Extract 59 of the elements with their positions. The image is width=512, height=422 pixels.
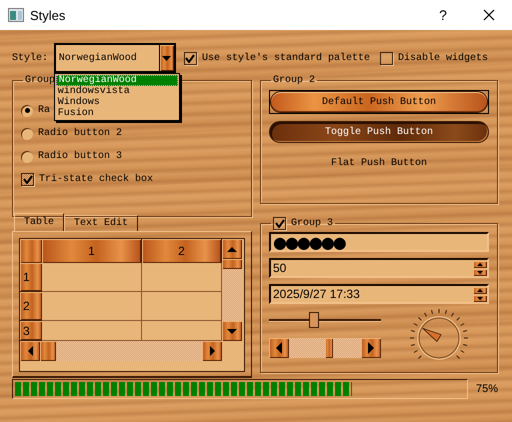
scrollbar-handle[interactable] — [222, 259, 242, 269]
header-corner[interactable] — [20, 239, 42, 263]
dropdown-option[interactable]: Fusion — [54, 108, 179, 119]
table-cell[interactable] — [142, 263, 222, 292]
down-arrow-icon — [477, 296, 483, 300]
dropdown-option[interactable]: Windows — [54, 97, 179, 108]
close-icon — [483, 9, 495, 21]
app-icon — [8, 8, 24, 22]
disable-widgets-checkbox[interactable]: Disable widgets — [380, 52, 488, 64]
dropdown-option[interactable]: windowsvista — [54, 86, 179, 97]
window-title: Styles — [30, 8, 66, 22]
check-icon — [185, 54, 196, 62]
row-header[interactable]: 1 — [20, 263, 42, 292]
style-combo[interactable]: NorwegianWood — [54, 43, 176, 73]
radio-button[interactable]: Ra — [21, 99, 50, 122]
tri-state-checkbox[interactable]: Tri-state check box — [21, 168, 154, 191]
default-push-button[interactable]: Default Push Button — [270, 91, 488, 113]
row-header[interactable]: 3 — [20, 321, 42, 341]
vertical-scrollbar[interactable] — [222, 239, 242, 341]
down-arrow-icon — [477, 270, 483, 274]
column-header[interactable]: 1 — [42, 239, 142, 263]
slider[interactable] — [269, 312, 381, 328]
style-label: Style: — [12, 52, 50, 64]
right-arrow-icon — [368, 342, 374, 354]
table-cell[interactable] — [42, 292, 142, 321]
date-time-field[interactable]: 2025/9/27 17:33 — [269, 284, 489, 304]
column-header[interactable]: 2 — [142, 239, 222, 263]
check-icon — [22, 175, 32, 184]
radio-button[interactable]: Radio button 2 — [21, 122, 122, 145]
spin-box[interactable]: 50 — [269, 258, 489, 278]
up-arrow-icon — [477, 288, 483, 292]
password-field[interactable]: ●●●●●● — [269, 232, 489, 252]
dropdown-arrow-icon — [162, 56, 172, 60]
scrollbar-handle[interactable] — [325, 338, 333, 358]
row-header[interactable]: 2 — [20, 292, 42, 321]
table-cell[interactable] — [42, 263, 142, 292]
scrollbar-handle[interactable] — [40, 341, 56, 361]
progress-percentage: 75% — [476, 383, 498, 395]
flat-push-button[interactable]: Flat Push Button — [269, 150, 489, 176]
check-icon — [274, 219, 284, 228]
right-arrow-icon — [210, 346, 214, 356]
down-arrow-icon — [227, 328, 237, 334]
group-title: Group 2 — [272, 75, 316, 86]
up-arrow-icon — [227, 246, 237, 252]
palette-checkbox[interactable]: Use style's standard palette — [184, 52, 370, 64]
scrollbar[interactable] — [269, 338, 381, 358]
left-arrow-icon — [276, 342, 282, 354]
horizontal-scrollbar[interactable] — [20, 341, 222, 361]
group-checkbox[interactable]: Group 3 — [273, 217, 334, 230]
toggle-push-button[interactable]: Toggle Push Button — [269, 121, 489, 143]
radio-button[interactable]: Radio button 3 — [21, 145, 122, 168]
up-arrow-icon — [477, 262, 483, 266]
group-title: Group — [24, 75, 56, 86]
tab[interactable]: Text Edit — [64, 215, 138, 231]
table-cell[interactable] — [142, 292, 222, 321]
left-arrow-icon — [28, 346, 32, 356]
dropdown-option[interactable]: NorwegianWood — [56, 75, 178, 86]
tab[interactable]: Table — [14, 213, 64, 231]
slider-handle[interactable] — [308, 312, 319, 328]
